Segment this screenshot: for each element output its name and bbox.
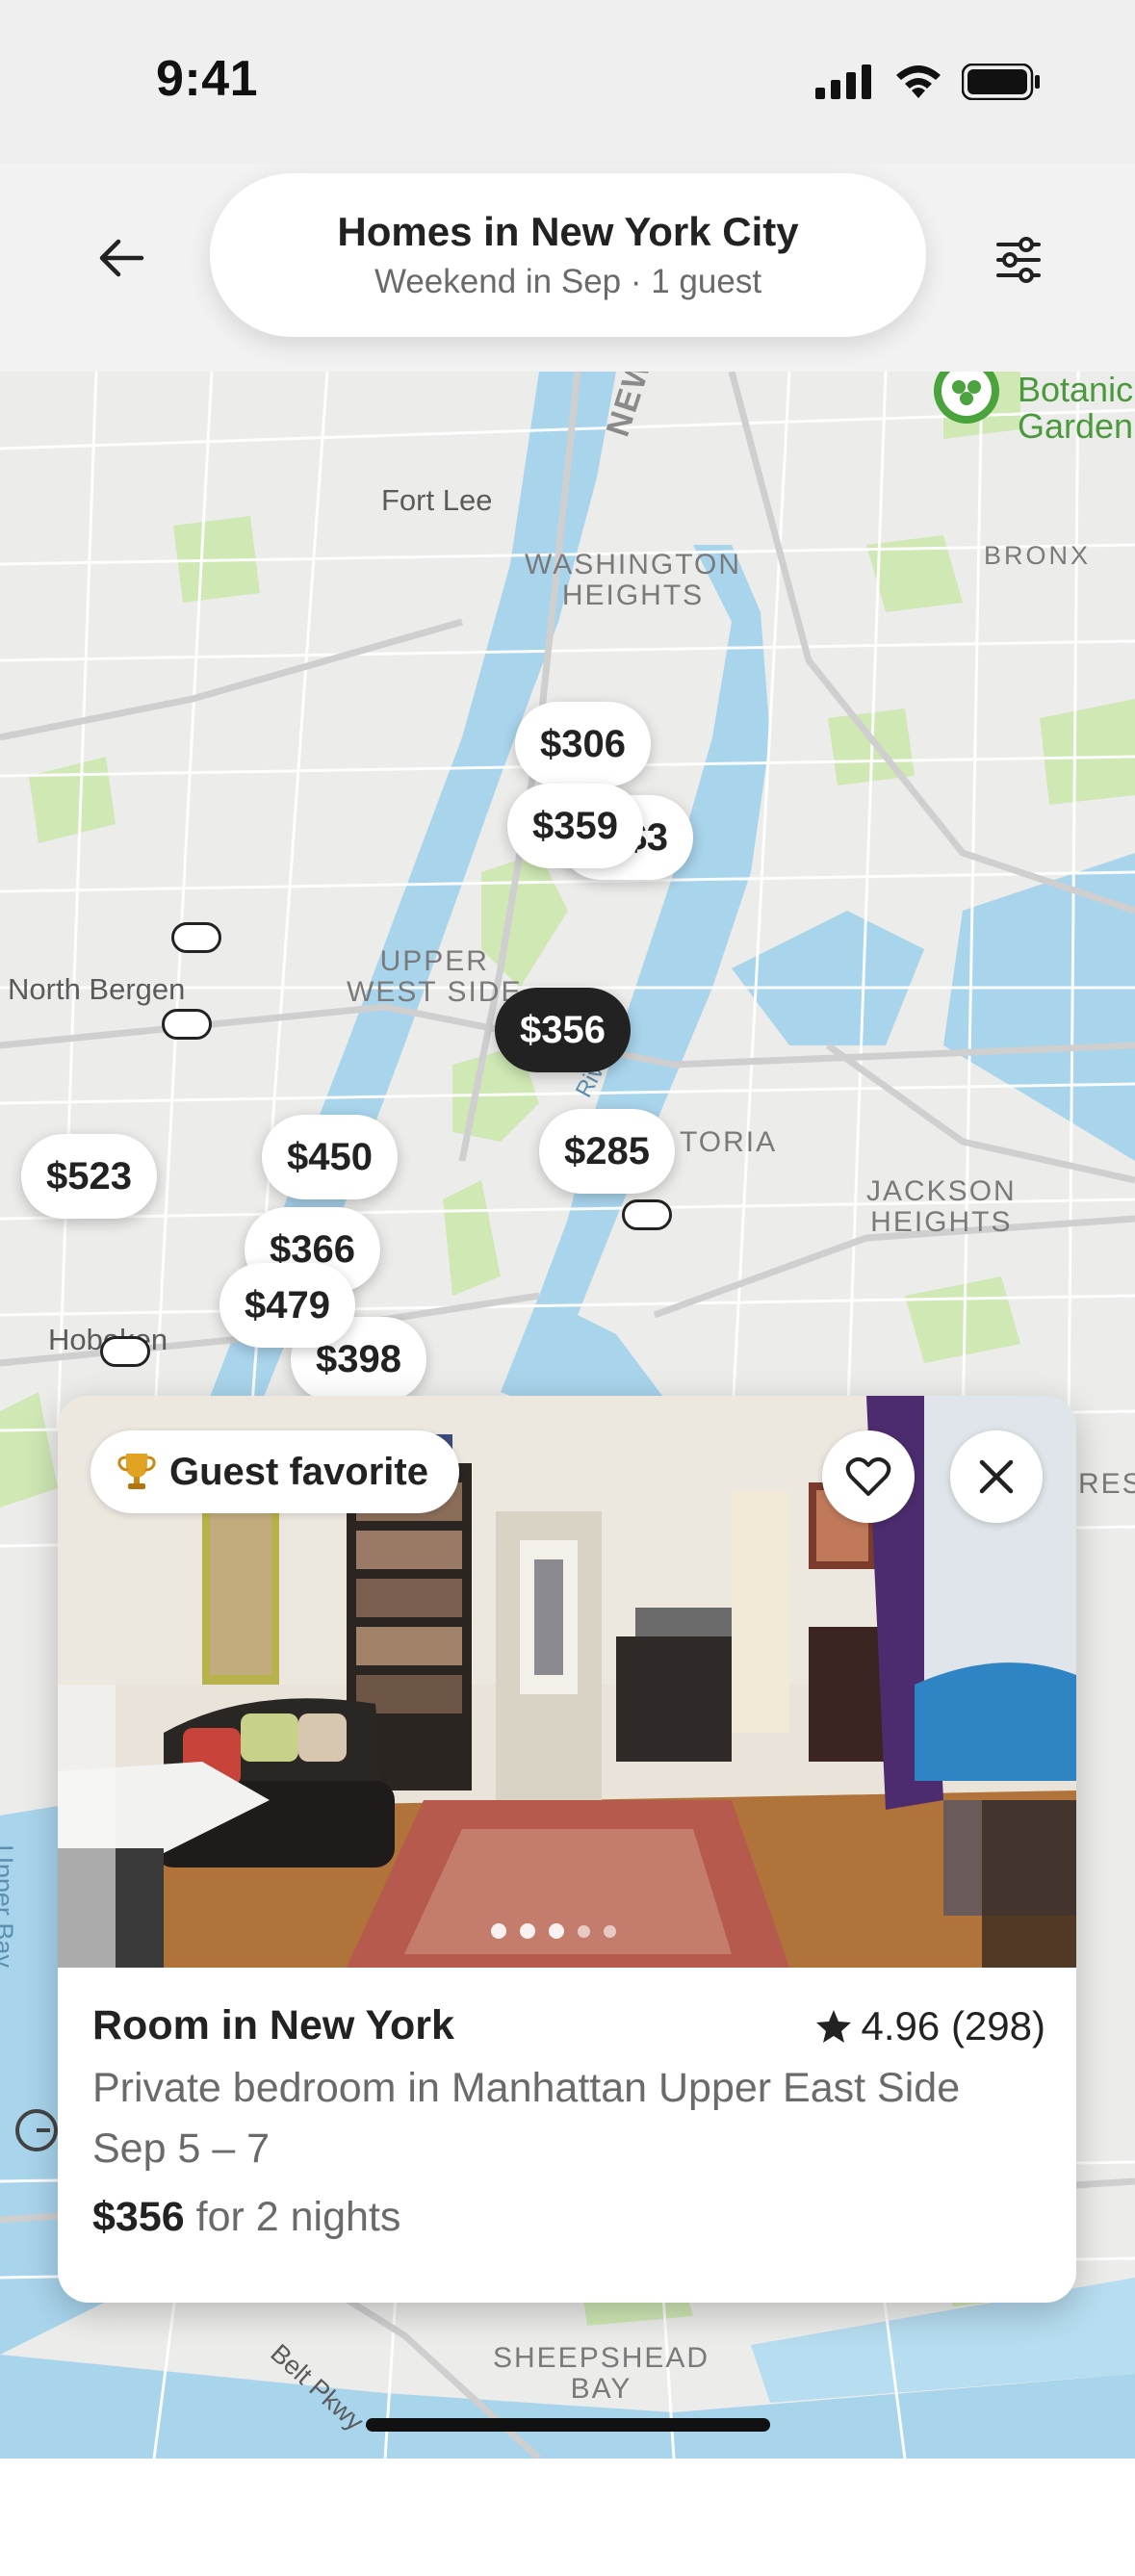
search-pill[interactable]: Homes in New York City Weekend in Sep · … <box>210 173 926 337</box>
search-header: Homes in New York City Weekend in Sep · … <box>0 164 1135 372</box>
price-suffix: for 2 nights <box>195 2194 401 2240</box>
listing-dates: Sep 5 – 7 <box>92 2125 271 2172</box>
listing-rating: 4.96 (298) <box>815 2003 1045 2049</box>
status-bar: 9:41 <box>0 0 1135 164</box>
search-title: Homes in New York City <box>337 209 799 254</box>
pagination-dot <box>549 1923 564 1939</box>
wifi-icon <box>896 65 941 98</box>
signal-icon <box>815 64 871 99</box>
map-price-pin[interactable]: $450 <box>262 1115 398 1199</box>
map-price-pin[interactable]: $306 <box>515 702 651 786</box>
listing-price: $356 for 2 nights <box>92 2194 1045 2241</box>
price-amount: $356 <box>92 2194 185 2240</box>
pagination-dot <box>520 1923 535 1939</box>
filter-sliders-icon <box>996 237 1041 283</box>
listing-photo[interactable]: Guest favorite <box>58 1396 1076 1968</box>
map-label-upper-west-side: UPPER WEST SIDE <box>347 945 523 1008</box>
home-indicator <box>366 2418 770 2432</box>
map-pin-unpriced[interactable] <box>100 1336 150 1367</box>
filter-button[interactable] <box>980 221 1057 298</box>
map-pin-unpriced[interactable] <box>622 1199 672 1230</box>
listing-title: Room in New York <box>92 2002 454 2048</box>
map-label-sheepshead-bay: SHEEPSHEAD BAY <box>493 2342 710 2405</box>
rating-value: 4.96 (298) <box>861 2002 1045 2048</box>
map-price-pin[interactable]: $285 <box>539 1109 675 1194</box>
pagination-dot <box>578 1924 590 1938</box>
trophy-icon <box>117 1454 156 1489</box>
listing-info: Room in New York 4.96 (298) Private bedr… <box>92 2002 1045 2241</box>
pagination-dot <box>604 1924 616 1938</box>
status-icons <box>815 64 1041 100</box>
save-wishlist-button[interactable] <box>822 1430 915 1523</box>
map-label-astoria: TORIA <box>680 1126 778 1158</box>
map-label-queens: RES <box>1078 1468 1135 1500</box>
map-pin-unpriced[interactable] <box>162 1009 212 1040</box>
map-label-upper-bay: Upper Bay <box>0 1844 18 1968</box>
guest-favorite-badge: Guest favorite <box>90 1430 459 1513</box>
map-label-washington-heights: WASHINGTON HEIGHTS <box>525 549 742 611</box>
map-price-pin[interactable]: $359 <box>507 784 643 868</box>
heart-icon <box>845 1456 891 1496</box>
back-button[interactable] <box>85 221 158 295</box>
map-label-bronx: BRONX <box>984 541 1092 570</box>
badge-label: Guest favorite <box>169 1450 428 1493</box>
pagination-dot-active <box>491 1923 506 1939</box>
close-card-button[interactable] <box>950 1430 1043 1523</box>
listing-card[interactable]: Guest favorite Room in New York 4.96 (29… <box>58 1396 1076 2303</box>
map-label-fort-lee: Fort Lee <box>381 483 493 517</box>
map-pin-unpriced[interactable] <box>171 922 221 953</box>
listing-description: Private bedroom in Manhattan Upper East … <box>92 2065 961 2111</box>
map-label-botanical-garden: Botanic Garden <box>1018 372 1134 446</box>
status-time: 9:41 <box>156 51 259 107</box>
arrow-left-icon <box>99 239 144 277</box>
map-price-pin[interactable]: $479 <box>219 1263 355 1348</box>
star-icon <box>815 2009 851 2043</box>
map-label-north-bergen: North Bergen <box>8 972 186 1006</box>
close-icon <box>979 1459 1014 1494</box>
map-price-pin-selected[interactable]: $356 <box>495 988 631 1072</box>
map-price-pin[interactable]: $523 <box>21 1134 157 1219</box>
search-subtitle: Weekend in Sep · 1 guest <box>374 263 762 300</box>
photo-pagination-dots <box>491 1923 616 1939</box>
battery-icon <box>962 64 1040 100</box>
map-label-jackson-heights: JACKSON HEIGHTS <box>866 1175 1017 1238</box>
